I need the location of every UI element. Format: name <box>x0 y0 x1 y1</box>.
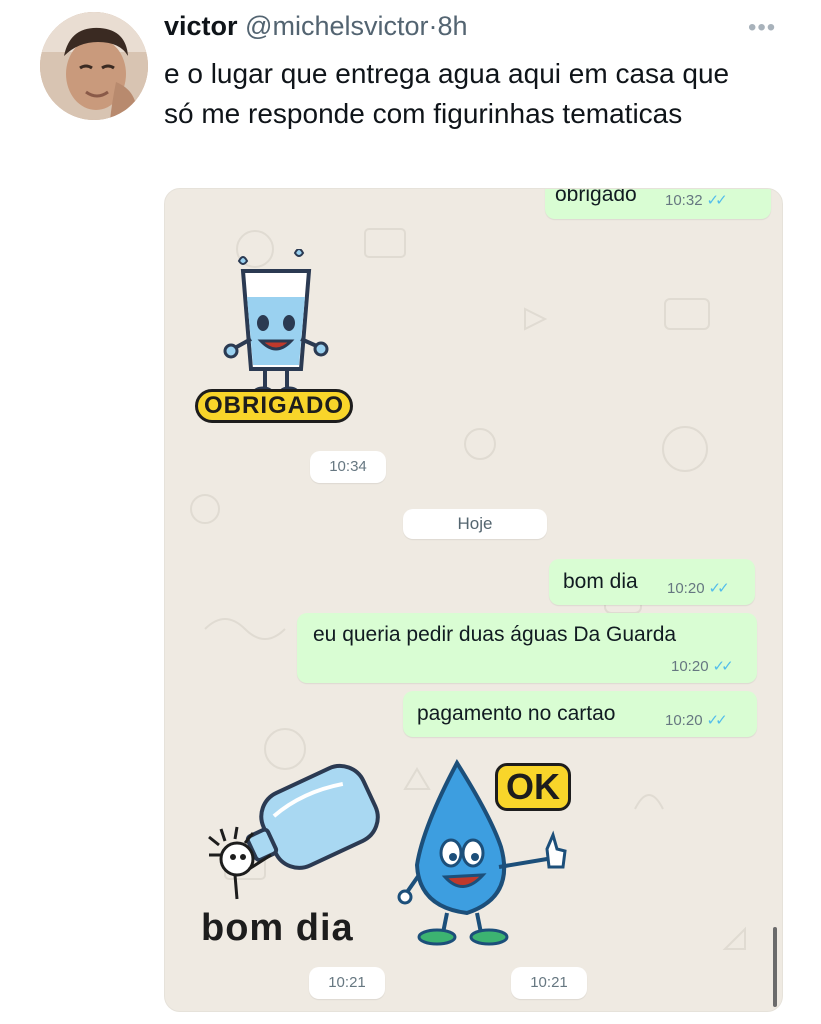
message-text: eu queria pedir duas águas Da Guarda <box>313 623 677 646</box>
message-timestamp: 10:20 ✓✓ <box>667 579 730 597</box>
chat-scrollbar[interactable] <box>773 927 777 1007</box>
message-text: pagamento no cartao <box>417 702 616 725</box>
read-ticks-icon: ✓✓ <box>706 712 728 729</box>
tweet-header: victor @michelsvictor·8h <box>164 8 468 44</box>
message-bubble[interactable]: eu queria pedir duas águas Da Guarda 10:… <box>297 613 757 683</box>
message-bubble[interactable]: obrigado 10:32 ✓✓ <box>545 188 771 219</box>
sticker-timestamp: 10:21 <box>511 967 587 999</box>
message-timestamp: 10:32 ✓✓ <box>665 191 728 209</box>
message-time: 10:32 <box>665 192 703 209</box>
read-ticks-icon: ✓✓ <box>708 580 730 597</box>
message-text: bom dia <box>563 570 638 593</box>
message-bubble[interactable]: bom dia 10:20 ✓✓ <box>549 559 755 605</box>
sticker-timestamp: 10:21 <box>309 967 385 999</box>
message-time: 10:20 <box>667 580 705 597</box>
sticker-caption: bom dia <box>201 907 354 949</box>
message-time: 10:20 <box>671 658 709 675</box>
tweet-text: e o lugar que entrega agua aqui em casa … <box>164 58 730 129</box>
message-text: obrigado <box>555 188 637 206</box>
sticker-caption: OK <box>495 763 571 811</box>
more-dots-icon[interactable]: ••• <box>748 14 776 42</box>
message-timestamp: 10:20 ✓✓ <box>665 711 728 729</box>
sticker-ok[interactable]: OK <box>397 757 597 967</box>
date-separator: Hoje <box>403 509 547 539</box>
sticker-timestamp: 10:34 <box>310 451 386 483</box>
message-bubble[interactable]: pagamento no cartao 10:20 ✓✓ <box>403 691 757 737</box>
post-time[interactable]: 8h <box>437 11 467 41</box>
avatar[interactable] <box>40 12 148 120</box>
display-name[interactable]: victor <box>164 11 238 41</box>
read-ticks-icon: ✓✓ <box>712 658 734 675</box>
message-time: 10:20 <box>665 712 703 729</box>
user-handle[interactable]: @michelsvictor <box>245 11 428 41</box>
chat-screenshot[interactable]: obrigado 10:32 ✓✓ OBRIGADO 10:34 Hoje bom… <box>164 188 783 1012</box>
message-timestamp: 10:20 ✓✓ <box>671 657 734 675</box>
sticker-caption: OBRIGADO <box>195 389 353 423</box>
water-jug-sticker-image <box>208 763 380 900</box>
sticker-bom-dia[interactable]: bom dia <box>195 759 385 959</box>
read-ticks-icon: ✓✓ <box>706 192 728 209</box>
sticker-obrigado[interactable]: OBRIGADO <box>191 248 381 429</box>
avatar-photo <box>40 12 148 120</box>
